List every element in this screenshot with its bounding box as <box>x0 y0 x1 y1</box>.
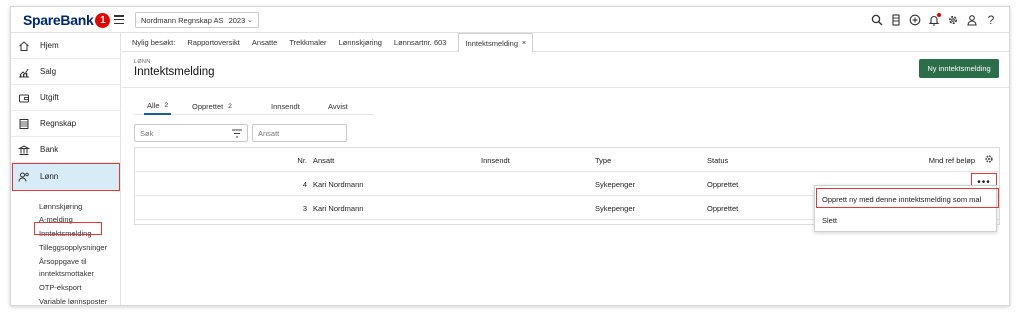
cell-type: Sykepenger <box>595 180 636 189</box>
plus-circle-icon[interactable] <box>909 13 921 27</box>
tab-label: Alle <box>147 100 160 110</box>
search-input[interactable]: Søk <box>134 124 248 142</box>
cell-status: Opprettet <box>707 180 739 189</box>
header-divider <box>122 87 1009 88</box>
sidebar-item-label: Bank <box>40 145 59 154</box>
wallet-icon <box>19 94 29 102</box>
home-icon <box>19 40 29 51</box>
col-ansatt[interactable]: Ansatt <box>313 156 334 165</box>
tab-bar: Alle 2 Opprettet 2 Innsendt Avvist <box>134 97 374 115</box>
tab-label: Opprettet <box>192 101 224 111</box>
recent-item[interactable]: Rapportoversikt <box>187 38 240 47</box>
col-innsendt[interactable]: Innsendt <box>481 156 510 165</box>
new-inntektsmelding-button[interactable]: Ny inntektsmelding <box>919 59 999 78</box>
sidebar-item-label: Regnskap <box>40 119 77 128</box>
close-icon[interactable]: × <box>522 40 526 47</box>
sub-item-lonnskjoring[interactable]: Lønnskjøring <box>39 202 82 211</box>
book-icon[interactable] <box>890 13 902 27</box>
chart-icon <box>19 68 29 77</box>
breadcrumb[interactable]: LØNN <box>134 59 150 65</box>
bell-icon[interactable] <box>928 13 941 27</box>
tab-count: 2 <box>164 101 169 109</box>
company-select[interactable]: Nordmann Regnskap AS 2023 ⌄ <box>135 12 259 28</box>
col-type[interactable]: Type <box>595 156 611 165</box>
sub-item-otp-eksport[interactable]: OTP-eksport <box>39 283 82 292</box>
sidebar-item-bank[interactable]: Bank <box>11 137 121 163</box>
gear-icon[interactable] <box>947 13 959 27</box>
app-window: SpareBank 1 Nordmann Regnskap AS 2023 ⌄ <box>10 6 1010 306</box>
recent-item-current[interactable]: Inntektsmelding × <box>458 33 534 52</box>
top-bar: SpareBank 1 Nordmann Regnskap AS 2023 ⌄ <box>11 7 1009 33</box>
menu-icon[interactable] <box>114 15 124 24</box>
ledger-icon <box>19 118 29 129</box>
notification-dot <box>937 13 941 17</box>
brand-logo[interactable]: SpareBank 1 <box>23 11 111 29</box>
recent-item-label: Inntektsmelding <box>465 38 518 48</box>
gear-icon[interactable] <box>984 154 994 164</box>
recent-label: Nylig besøkt: <box>132 37 176 47</box>
top-icons: ? <box>871 12 997 28</box>
sidebar-item-label: Hjem <box>40 41 59 50</box>
company-year: 2023 <box>228 15 246 25</box>
bank-icon <box>18 144 30 155</box>
sub-item-tilleggsopplysninger[interactable]: Tilleggsopplysninger <box>39 243 107 252</box>
cell-ansatt: Kari Nordmann <box>313 180 364 189</box>
search-icon[interactable] <box>871 13 883 27</box>
tab-label: Innsendt <box>271 101 300 111</box>
recent-item[interactable]: Ansatte <box>252 38 277 47</box>
company-name: Nordmann Regnskap AS <box>141 15 224 25</box>
page-title: Inntektsmelding <box>134 66 215 78</box>
brand-name: SpareBank <box>23 12 94 28</box>
help-icon[interactable]: ? <box>985 13 997 27</box>
recent-item[interactable]: Lønnsartnr. 603 <box>394 38 447 47</box>
inntektsmelding-highlight <box>34 222 102 235</box>
sidebar-item-hjem[interactable]: Hjem <box>11 33 121 59</box>
col-belop[interactable]: Mnd ref beløp <box>895 156 975 165</box>
employee-placeholder: Ansatt <box>258 128 280 138</box>
tab-opprettet[interactable]: Opprettet 2 <box>192 97 232 115</box>
sidebar-item-utgift[interactable]: Utgift <box>11 85 121 111</box>
tab-label: Avvist <box>328 101 348 111</box>
cell-status: Opprettet <box>707 204 739 213</box>
cell-nr: 3 <box>302 204 307 213</box>
menu-item-highlight <box>816 188 999 208</box>
recent-item[interactable]: Trekkmaler <box>289 38 326 47</box>
search-placeholder: Søk <box>140 128 154 138</box>
tab-avvist[interactable]: Avvist <box>328 97 348 115</box>
user-icon[interactable] <box>966 13 978 27</box>
col-nr[interactable]: Nr. <box>285 156 307 165</box>
brand-badge: 1 <box>95 12 111 28</box>
sidebar-item-regnskap[interactable]: Regnskap <box>11 111 121 137</box>
col-status[interactable]: Status <box>707 156 728 165</box>
recent-bar: Nylig besøkt: Rapportoversikt Ansatte Tr… <box>122 33 1009 52</box>
sub-item-variable-lonnsposter[interactable]: Variable lønnsposter <box>39 297 107 305</box>
sidebar-item-label: Salg <box>40 67 57 76</box>
sidebar-item-salg[interactable]: Salg <box>11 59 121 85</box>
sidebar-item-label: Utgift <box>40 93 59 102</box>
table-header: Nr. Ansatt Innsendt Type Status Mnd ref … <box>135 148 999 172</box>
sidebar: Hjem Salg Utgift Regnskap Bank Lønn Lønn… <box>11 33 121 305</box>
cell-type: Sykepenger <box>595 204 636 213</box>
tab-alle[interactable]: Alle 2 <box>144 97 172 115</box>
menu-item-delete[interactable]: Slett <box>815 210 996 230</box>
cell-nr: 4 <box>302 180 307 189</box>
tab-count: 2 <box>228 102 232 110</box>
chevron-down-icon: ⌄ <box>247 17 253 24</box>
tab-innsendt[interactable]: Innsendt <box>271 97 300 115</box>
sub-item-arsoppgave-cont[interactable]: inntektsmottaker <box>39 269 94 278</box>
employee-input[interactable]: Ansatt <box>252 124 347 142</box>
filter-icon[interactable] <box>232 129 242 138</box>
recent-item[interactable]: Lønnskjøring <box>339 38 382 47</box>
lonn-highlight <box>12 163 120 191</box>
sub-item-arsoppgave[interactable]: Årsoppgave til <box>39 257 87 266</box>
cell-ansatt: Kari Nordmann <box>313 204 364 213</box>
